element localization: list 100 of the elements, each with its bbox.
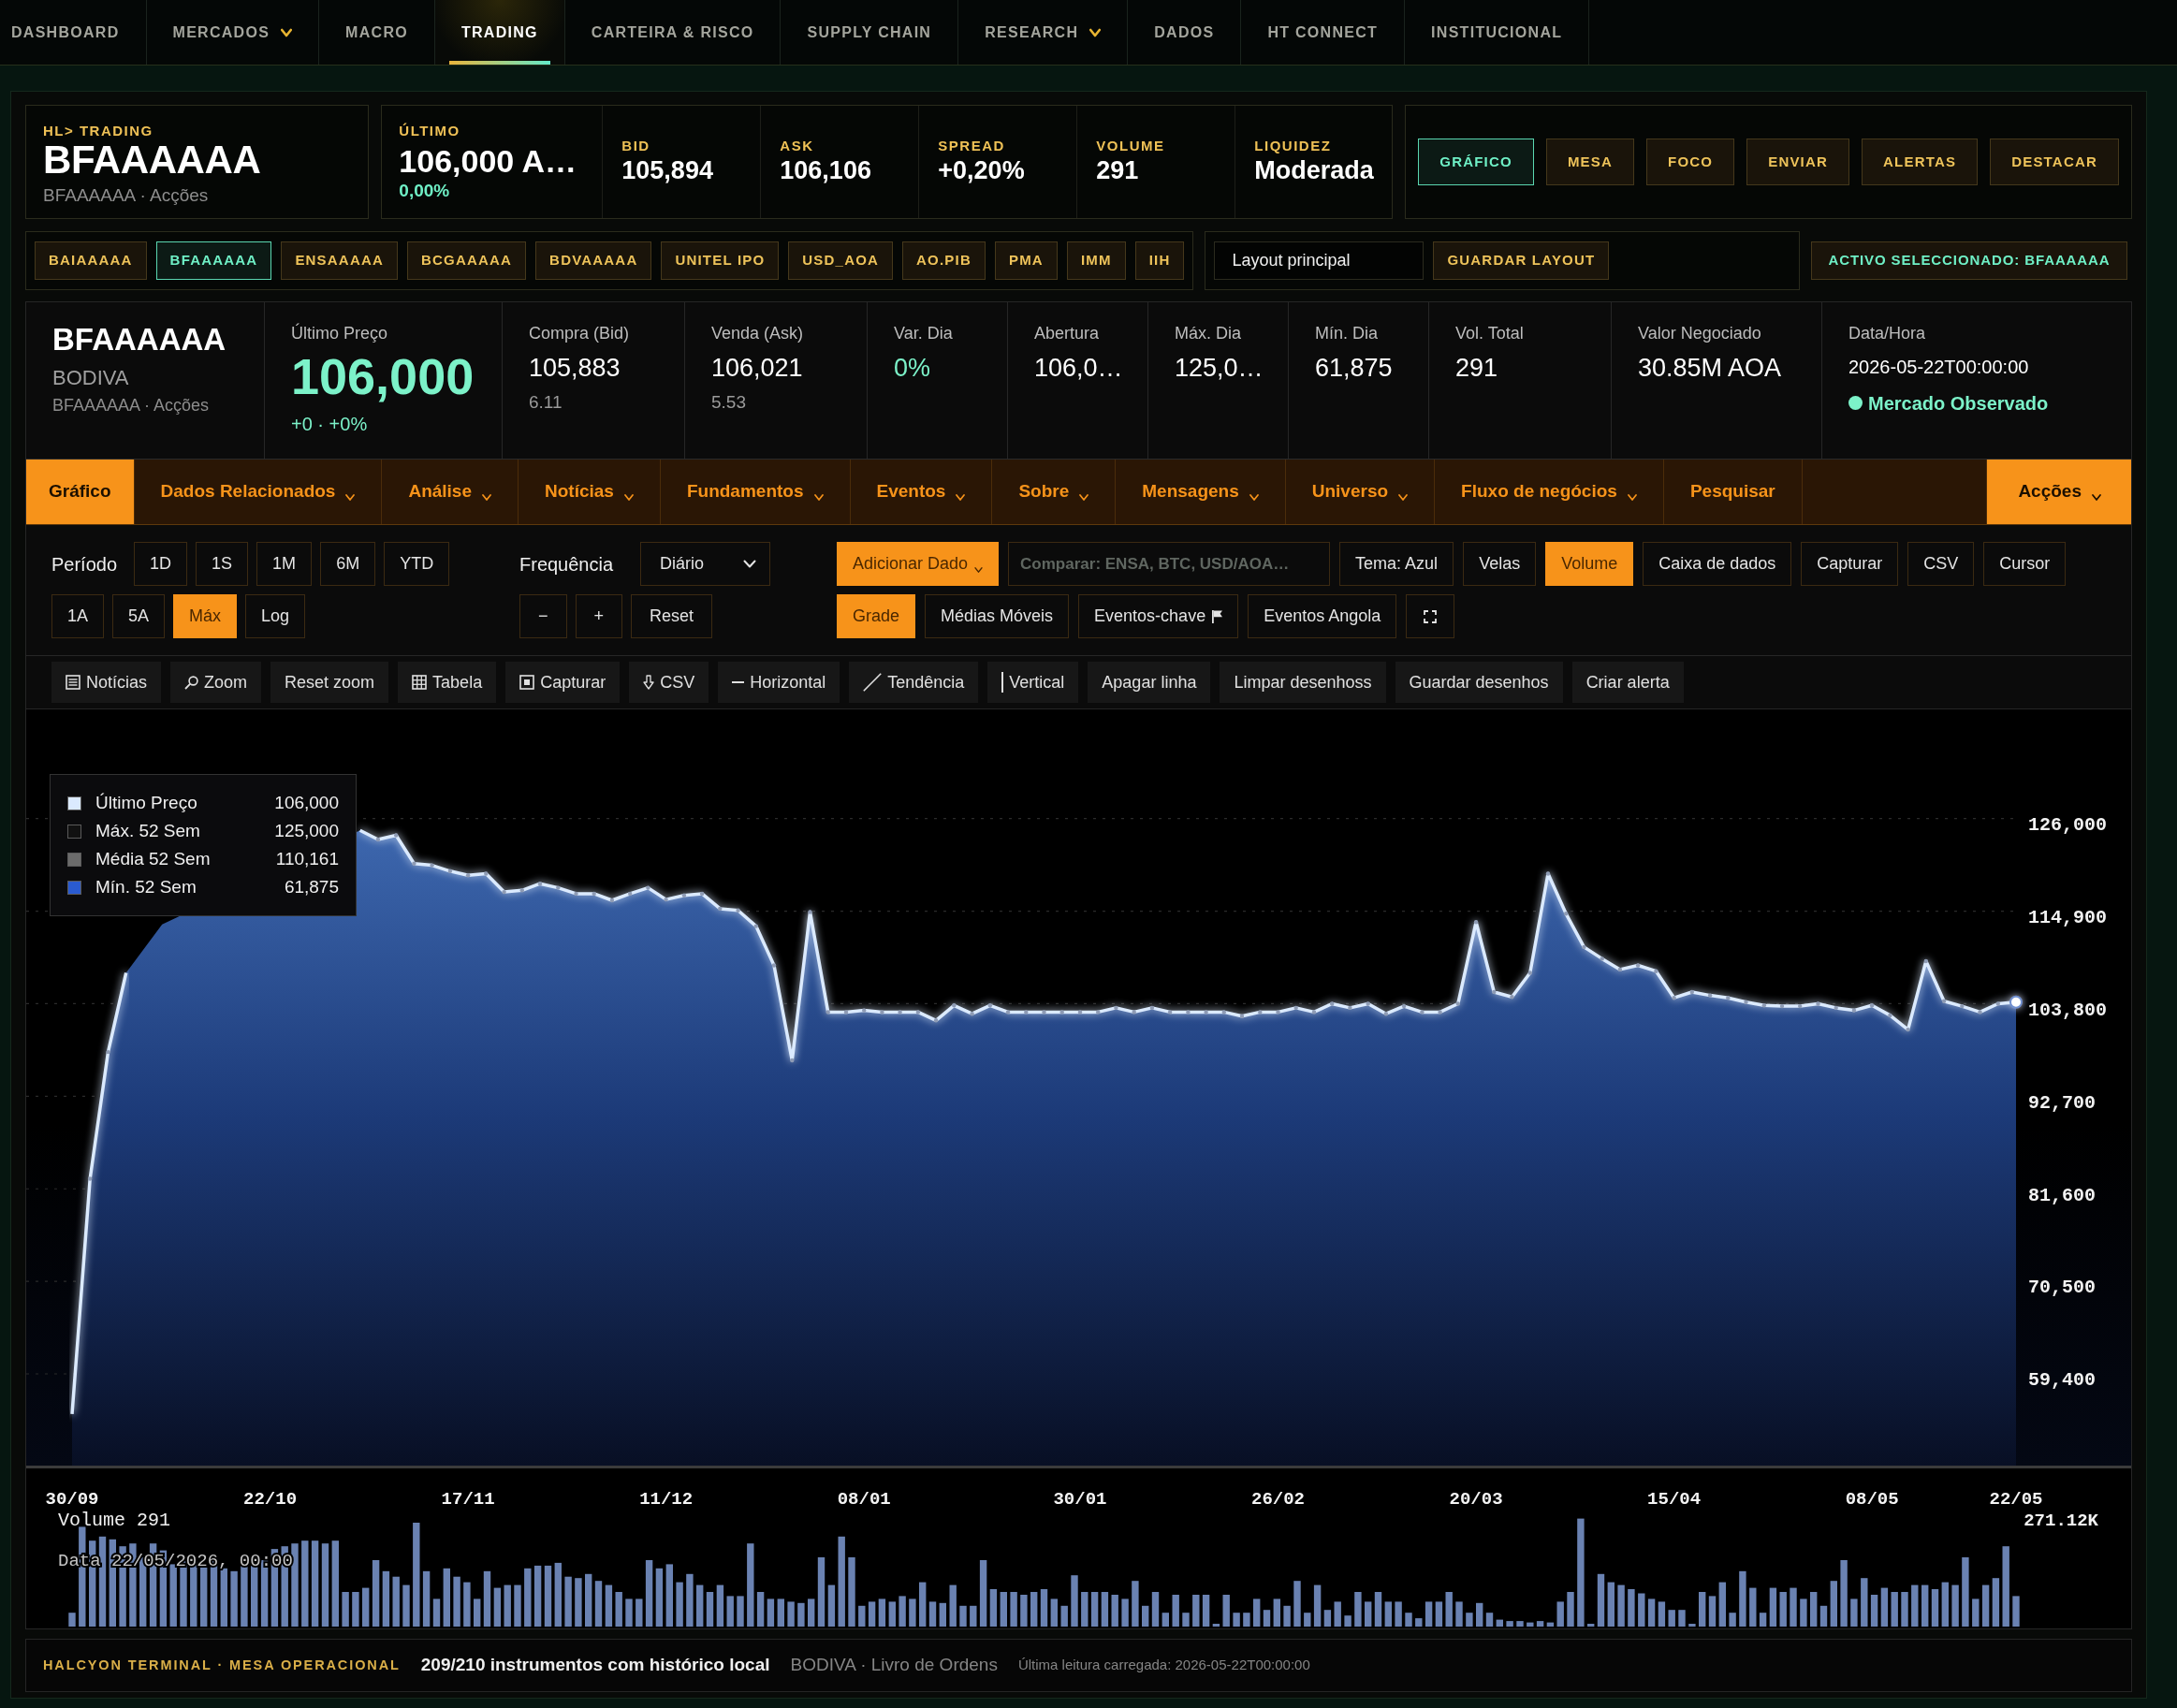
- nav-tab[interactable]: DASHBOARD: [0, 0, 147, 65]
- frequency-select[interactable]: Diário: [640, 542, 771, 586]
- chart-toggle-button[interactable]: Caixa de dados: [1643, 542, 1792, 586]
- tab[interactable]: Dados Relacionados: [134, 460, 383, 524]
- toolbar-button[interactable]: Criar alerta: [1571, 662, 1684, 703]
- chart-toggle-button[interactable]: Volume: [1545, 542, 1634, 586]
- ticker-button[interactable]: ENSAAAAA: [281, 241, 398, 280]
- overlay-toggle-button[interactable]: Eventos Angola: [1248, 594, 1397, 638]
- period-button[interactable]: 5A: [112, 594, 166, 638]
- tab[interactable]: Notícias: [519, 460, 661, 524]
- stat-value: 2026-05-22T00:00:00: [1848, 355, 2030, 378]
- fullscreen-button[interactable]: [1406, 594, 1455, 638]
- ticker-button[interactable]: BFAAAAAA: [155, 241, 272, 280]
- status-label: Mercado Observado: [1868, 391, 2049, 416]
- frequency-label: Frequência: [519, 552, 614, 577]
- legend-label: Último Preço: [95, 791, 198, 814]
- period-button[interactable]: Máx: [173, 594, 238, 638]
- stat-subvalue: +0 · +0%: [291, 413, 369, 435]
- toolbar-button[interactable]: Zoom: [170, 662, 262, 703]
- ticker-button[interactable]: BDVAAAAA: [535, 241, 652, 280]
- ticker-button[interactable]: PMA: [994, 241, 1058, 280]
- ticker-button[interactable]: BCGAAAAA: [407, 241, 527, 280]
- toolbar-button[interactable]: Apagar linha: [1088, 662, 1211, 703]
- period-button[interactable]: 1A: [51, 594, 105, 638]
- legend-value: 125,000: [274, 819, 339, 842]
- tab[interactable]: Pesquisar: [1663, 460, 1803, 524]
- brand-label: HALCYON TERMINAL · MESA OPERACIONAL: [43, 1656, 401, 1674]
- scale-button[interactable]: +: [575, 594, 623, 638]
- toolbar-button[interactable]: Horizontal: [718, 662, 840, 703]
- view-button[interactable]: GRÁFICO: [1418, 139, 1534, 185]
- fullscreen-icon: [1424, 609, 1438, 623]
- ticker-button[interactable]: IMM: [1066, 241, 1126, 280]
- nav-tab[interactable]: HT CONNECT: [1241, 0, 1406, 65]
- overlay-toggle-button[interactable]: Médias Móveis: [925, 594, 1070, 638]
- add-data-button[interactable]: Adicionar Dado: [837, 542, 1000, 586]
- scale-button[interactable]: Reset: [631, 594, 713, 638]
- tab[interactable]: Análise: [382, 460, 519, 524]
- toolbar-button[interactable]: Notícias: [51, 662, 162, 703]
- nav-tab[interactable]: TRADING: [434, 0, 565, 65]
- period-button[interactable]: 1M: [256, 542, 313, 586]
- actions-menu-button[interactable]: Acções: [1986, 460, 2131, 524]
- chart-toggle-button[interactable]: Cursor: [1983, 542, 2067, 586]
- toolbar-button[interactable]: Guardar desenhos: [1395, 662, 1563, 703]
- axis-label: 26/02: [1251, 1489, 1305, 1510]
- toolbar-button[interactable]: Vertical: [987, 662, 1079, 703]
- nav-tab[interactable]: MACRO: [319, 0, 435, 65]
- compare-field[interactable]: Comparar: ENSA, BTC, USD/AOA…: [1008, 542, 1331, 586]
- period-button[interactable]: 6M: [320, 542, 376, 586]
- view-button[interactable]: FOCO: [1646, 139, 1735, 185]
- tab[interactable]: Fluxo de negócios: [1435, 460, 1664, 524]
- tab[interactable]: Gráfico: [26, 460, 135, 524]
- ticker-button[interactable]: USD_AOA: [788, 241, 894, 280]
- scale-button[interactable]: −: [519, 594, 567, 638]
- period-button[interactable]: Log: [245, 594, 306, 638]
- coverage-text: 209/210 instrumentos com histórico local: [420, 1654, 770, 1677]
- view-button[interactable]: MESA: [1545, 139, 1635, 185]
- tab[interactable]: Sobre: [992, 460, 1117, 524]
- period-button[interactable]: 1D: [134, 542, 188, 586]
- nav-tab[interactable]: DADOS: [1128, 0, 1242, 65]
- tab[interactable]: Fundamentos: [660, 460, 851, 524]
- quote-value: 106,000 A…: [399, 142, 577, 180]
- nav-tab[interactable]: SUPPLY CHAIN: [781, 0, 959, 65]
- legend-value: 61,875: [284, 875, 339, 898]
- tab[interactable]: Eventos: [850, 460, 993, 524]
- chart-toggle-button[interactable]: Capturar: [1801, 542, 1899, 586]
- chart-toggle-button[interactable]: Velas: [1463, 542, 1537, 586]
- toolbar-button[interactable]: Tendência: [849, 662, 979, 703]
- toolbar-button[interactable]: Capturar: [505, 662, 621, 703]
- ticker-button[interactable]: BAIAAAAA: [35, 241, 147, 280]
- overlay-toggle-button[interactable]: Grade: [837, 594, 916, 638]
- ticker-button[interactable]: AO.PIB: [902, 241, 986, 280]
- tab[interactable]: Universo: [1285, 460, 1436, 524]
- nav-tab[interactable]: INSTITUCIONAL: [1405, 0, 1590, 65]
- quote-change: 0,00%: [399, 181, 451, 201]
- toolbar-button[interactable]: CSV: [629, 662, 709, 703]
- period-button[interactable]: YTD: [384, 542, 450, 586]
- toolbar-button[interactable]: Limpar desenhoss: [1220, 662, 1386, 703]
- axis-label: 15/04: [1647, 1489, 1702, 1510]
- chart-toggle-button[interactable]: CSV: [1907, 542, 1975, 586]
- overlay-toggle-button[interactable]: Eventos-chave: [1078, 594, 1239, 638]
- chart-toggle-button[interactable]: Tema: Azul: [1339, 542, 1454, 586]
- view-button[interactable]: ENVIAR: [1746, 139, 1850, 185]
- nav-tab[interactable]: MERCADOS: [146, 0, 320, 65]
- ticker-button[interactable]: IIH: [1134, 241, 1185, 280]
- toolbar-button[interactable]: Tabela: [398, 662, 497, 703]
- quote-label: ÚLTIMO: [399, 124, 461, 139]
- legend-value: 106,000: [274, 791, 339, 814]
- view-button[interactable]: ALERTAS: [1862, 139, 1979, 185]
- quote-label: BID: [621, 138, 651, 154]
- period-button[interactable]: 1S: [196, 542, 249, 586]
- ticker-button[interactable]: UNITEL IPO: [661, 241, 780, 280]
- toolbar-button[interactable]: Reset zoom: [270, 662, 389, 703]
- nav-tab[interactable]: CARTEIRA & RISCO: [564, 0, 782, 65]
- save-layout-button[interactable]: GUARDAR LAYOUT: [1433, 241, 1610, 280]
- view-button[interactable]: DESTACAR: [1990, 139, 2119, 185]
- source-text: BODIVA · Livro de Ordens: [790, 1654, 998, 1677]
- nav-tab[interactable]: RESEARCH: [958, 0, 1129, 65]
- tab[interactable]: Mensagens: [1116, 460, 1286, 524]
- layout-name-field[interactable]: Layout principal: [1214, 241, 1425, 280]
- axis-label: 103,800: [2028, 999, 2107, 1021]
